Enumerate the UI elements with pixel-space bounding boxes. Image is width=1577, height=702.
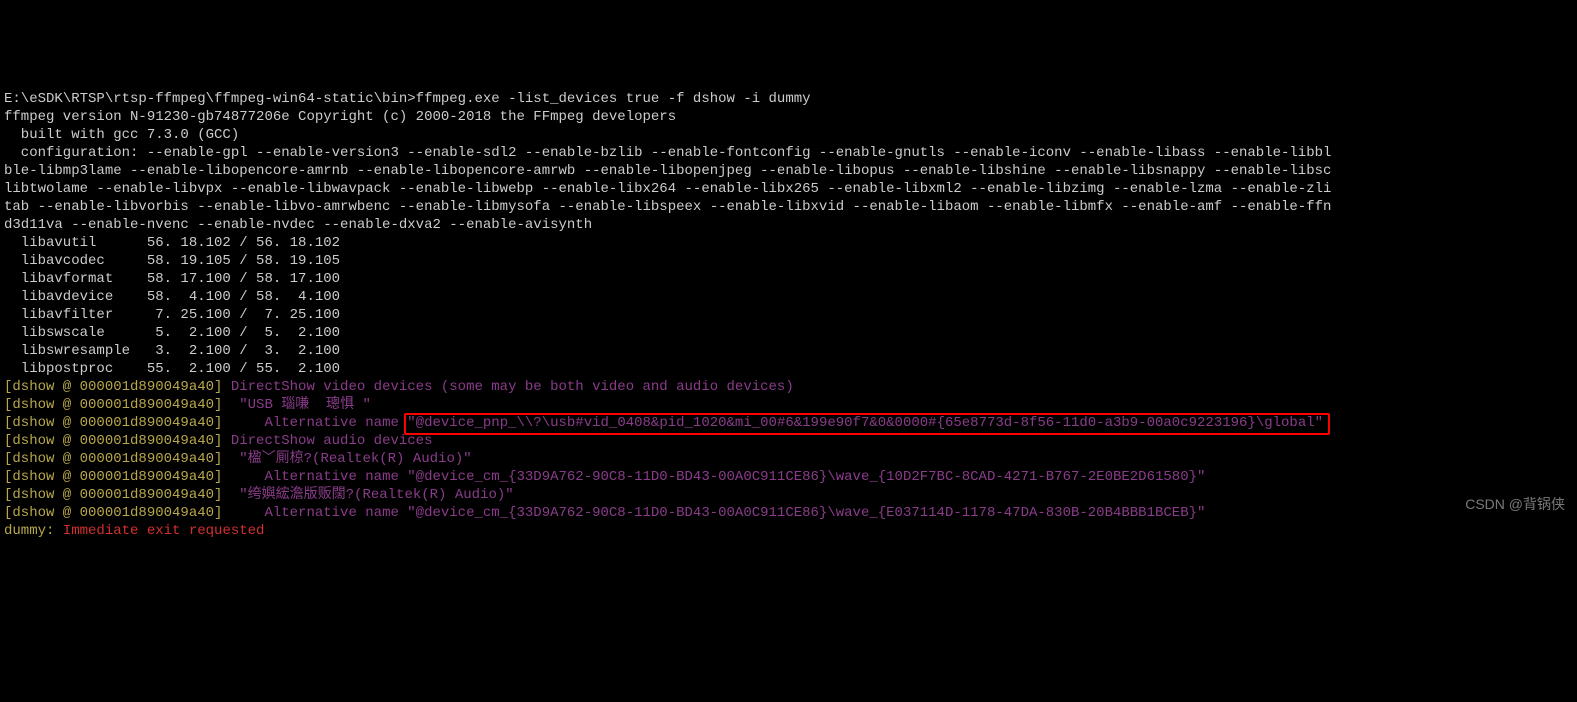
- built-line: built with gcc 7.3.0 (GCC): [4, 127, 239, 143]
- device-alt-name: "@device_pnp_\\?\usb#vid_0408&pid_1020&m…: [407, 415, 1323, 431]
- dshow-msg: "楹﹀厠椋?(Realtek(R) Audio)": [222, 451, 471, 467]
- error-line: dummy: Immediate exit requested: [4, 523, 264, 539]
- dshow-prefix: [dshow @ 000001d890049a40]: [4, 379, 222, 395]
- dshow-msg: DirectShow video devices (some may be bo…: [222, 379, 793, 395]
- lib-line: libavcodec 58. 19.105 / 58. 19.105: [4, 253, 340, 269]
- version-line: ffmpeg version N-91230-gb74877206e Copyr…: [4, 109, 676, 125]
- err-prefix: dummy:: [4, 523, 63, 539]
- dshow-prefix: [dshow @ 000001d890049a40]: [4, 451, 222, 467]
- dshow-line: [dshow @ 000001d890049a40] Alternative n…: [4, 469, 1205, 485]
- dshow-line: [dshow @ 000001d890049a40] "USB 瑙嗛 璁惧 ": [4, 397, 371, 413]
- lib-line: libpostproc 55. 2.100 / 55. 2.100: [4, 361, 340, 377]
- dshow-msg: "绔嬩綋澹版贩闊?(Realtek(R) Audio)": [222, 487, 513, 503]
- dshow-prefix: [dshow @ 000001d890049a40]: [4, 433, 222, 449]
- lib-line: libavfilter 7. 25.100 / 7. 25.100: [4, 307, 340, 323]
- dshow-line: [dshow @ 000001d890049a40] "绔嬩綋澹版贩闊?(Rea…: [4, 487, 514, 503]
- dshow-prefix: [dshow @ 000001d890049a40]: [4, 487, 222, 503]
- config-line: configuration: --enable-gpl --enable-ver…: [4, 145, 1331, 161]
- lib-line: libavformat 58. 17.100 / 58. 17.100: [4, 271, 340, 287]
- dshow-line: [dshow @ 000001d890049a40] "楹﹀厠椋?(Realte…: [4, 451, 472, 467]
- config-line: d3d11va --enable-nvenc --enable-nvdec --…: [4, 217, 592, 233]
- prompt-line: E:\eSDK\RTSP\rtsp-ffmpeg\ffmpeg-win64-st…: [4, 91, 811, 107]
- dshow-line: [dshow @ 000001d890049a40] Alternative n…: [4, 415, 1323, 431]
- config-line: tab --enable-libvorbis --enable-libvo-am…: [4, 199, 1331, 215]
- dshow-line: [dshow @ 000001d890049a40] DirectShow au…: [4, 433, 432, 449]
- lib-line: libswresample 3. 2.100 / 3. 2.100: [4, 343, 340, 359]
- lib-line: libswscale 5. 2.100 / 5. 2.100: [4, 325, 340, 341]
- dshow-line: [dshow @ 000001d890049a40] DirectShow vi…: [4, 379, 794, 395]
- dshow-prefix: [dshow @ 000001d890049a40]: [4, 397, 222, 413]
- lib-line: libavutil 56. 18.102 / 56. 18.102: [4, 235, 340, 251]
- dshow-prefix: [dshow @ 000001d890049a40]: [4, 415, 222, 431]
- config-line: ble-libmp3lame --enable-libopencore-amrn…: [4, 163, 1331, 179]
- dshow-prefix: [dshow @ 000001d890049a40]: [4, 469, 222, 485]
- watermark: CSDN @背锅侠: [1465, 495, 1565, 513]
- lib-line: libavdevice 58. 4.100 / 58. 4.100: [4, 289, 340, 305]
- dshow-msg: DirectShow audio devices: [222, 433, 432, 449]
- dshow-alt-label: Alternative name: [222, 415, 407, 431]
- dshow-msg: "USB 瑙嗛 璁惧 ": [222, 397, 370, 413]
- err-msg: Immediate exit requested: [63, 523, 265, 539]
- dshow-msg: Alternative name "@device_cm_{33D9A762-9…: [222, 469, 1205, 485]
- terminal-output: E:\eSDK\RTSP\rtsp-ffmpeg\ffmpeg-win64-st…: [0, 72, 1577, 540]
- config-line: libtwolame --enable-libvpx --enable-libw…: [4, 181, 1331, 197]
